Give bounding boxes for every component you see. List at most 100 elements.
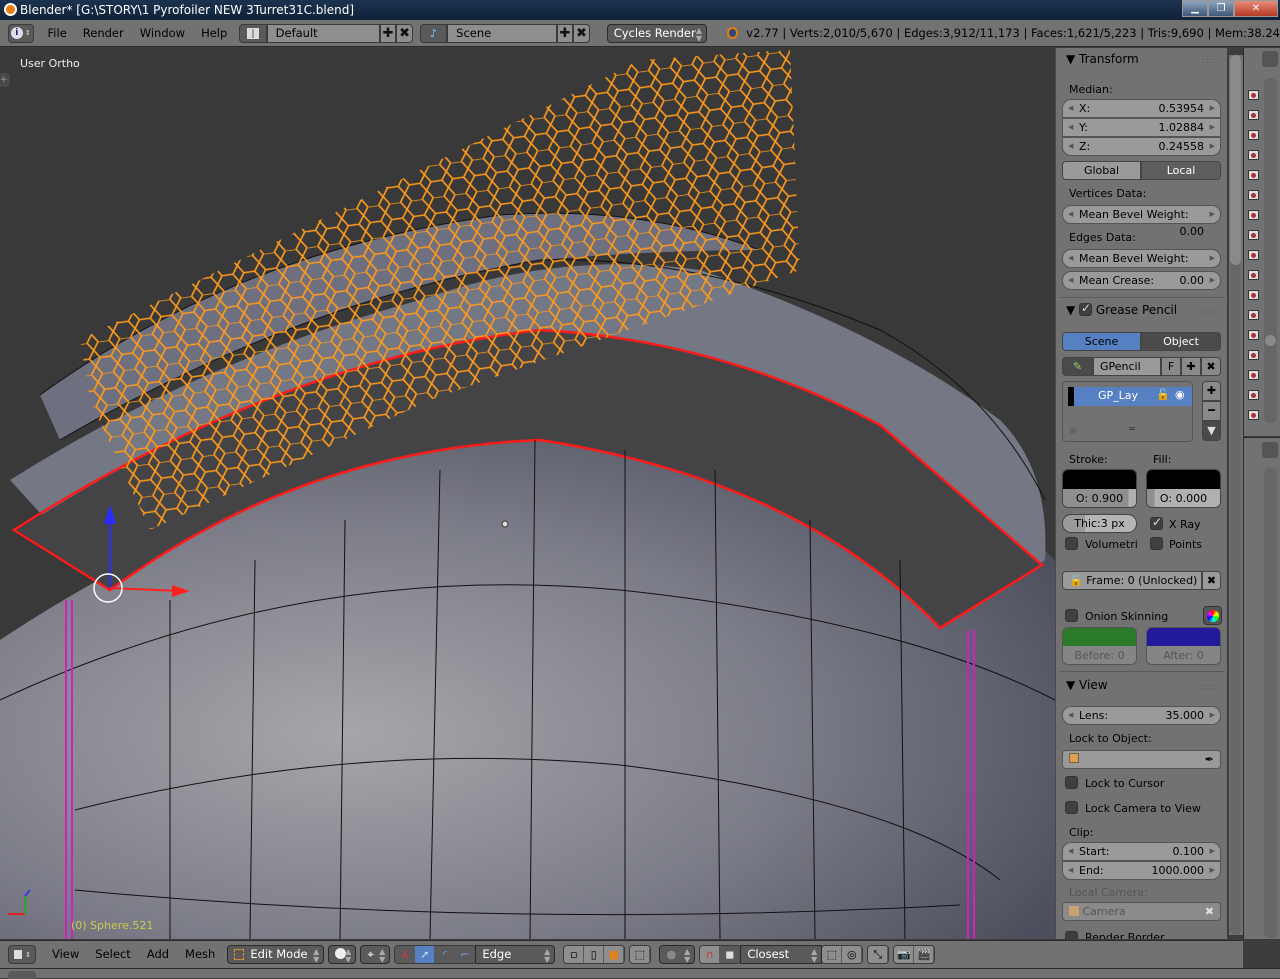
restore-button[interactable]: ❐ — [1208, 0, 1234, 17]
camera-object-icon[interactable] — [1248, 90, 1259, 100]
camera-object-icon[interactable] — [1248, 170, 1259, 180]
snap-align-rotation[interactable]: ⬚ — [822, 946, 843, 963]
camera-object-icon[interactable] — [1248, 370, 1259, 380]
grease-pencil-enable-checkbox[interactable] — [1079, 301, 1093, 316]
properties-editor-type-icon[interactable] — [1262, 442, 1278, 458]
clear-icon[interactable]: ✖ — [1205, 903, 1214, 920]
eyedropper-icon[interactable]: ✒ — [1205, 751, 1214, 768]
remove-layer-button[interactable]: ━ — [1202, 401, 1221, 421]
add-layer-button[interactable]: ✚ — [1202, 381, 1221, 401]
auto-merge-toggle[interactable]: ⤡ — [867, 945, 890, 964]
stroke-opacity-slider[interactable]: O: 0.900 — [1063, 489, 1136, 507]
translate-manipulator[interactable]: ➚ — [415, 946, 436, 963]
snap-toggle[interactable]: ∩ — [700, 946, 721, 963]
clip-start-field[interactable]: ◀ Start: 0.100 ▶ — [1062, 842, 1221, 861]
close-button[interactable]: ✕ — [1234, 0, 1278, 17]
global-toggle[interactable]: Global — [1062, 161, 1141, 180]
drag-grip-icon[interactable]: :::: — [1202, 56, 1217, 65]
camera-object-icon[interactable] — [1248, 230, 1259, 240]
screen-layout-name[interactable]: Default — [266, 23, 380, 43]
eye-icon[interactable]: ◉ — [1175, 388, 1185, 401]
volumetric-checkbox[interactable] — [1065, 537, 1078, 550]
camera-object-icon[interactable] — [1248, 110, 1259, 120]
rotate-manipulator[interactable]: ◜ — [435, 946, 456, 963]
view-panel-header[interactable]: ▼ View — [1066, 678, 1108, 692]
stroke-color-field[interactable]: O: 0.900 — [1062, 469, 1137, 508]
camera-object-icon[interactable] — [1248, 270, 1259, 280]
lock-to-cursor-checkbox[interactable] — [1065, 776, 1078, 789]
points-checkbox[interactable] — [1150, 537, 1163, 550]
shading-dropdown[interactable]: ▲ ▼ — [328, 945, 357, 964]
gp-datablock-name[interactable]: GPencil — [1093, 357, 1161, 376]
local-toggle[interactable]: Local — [1141, 161, 1221, 180]
mean-crease-field[interactable]: ◀ Mean Crease: 0.00 ▶ — [1062, 271, 1221, 290]
edge-bevel-weight-field[interactable]: ◀Mean Bevel Weight:0.00▶ — [1062, 249, 1221, 282]
snap-target-dropdown[interactable]: Closest ▲ ▼ — [740, 945, 823, 964]
before-color-swatch[interactable] — [1063, 628, 1136, 646]
camera-object-icon[interactable] — [1248, 330, 1259, 340]
toolshelf-toggle[interactable]: + — [0, 73, 10, 87]
editor-type-selector[interactable]: i ⇕ — [8, 23, 34, 43]
frame-lock-field[interactable]: 🔓 Frame: 0 (Unlocked) — [1062, 571, 1202, 590]
grease-pencil-panel-header[interactable]: ▼ Grease Pencil — [1066, 301, 1177, 317]
scene-name[interactable]: Scene — [447, 23, 557, 43]
outliner-scroll-thumb[interactable] — [1265, 335, 1276, 346]
add-filter-icon[interactable]: ⊕ — [1069, 426, 1077, 437]
transform-panel-header[interactable]: ▼ Transform — [1066, 52, 1139, 66]
opengl-render-image[interactable]: 📷 — [894, 946, 915, 963]
remove-screen-button[interactable]: ✖ — [396, 23, 413, 43]
fill-opacity-slider[interactable]: O: 0.000 — [1147, 489, 1220, 507]
camera-object-icon[interactable] — [1248, 150, 1259, 160]
before-frames-value[interactable]: Before: 0 — [1063, 646, 1136, 664]
manipulator-toggle[interactable]: ⅄ — [395, 946, 416, 963]
face-select-mode[interactable]: ■ — [604, 946, 625, 963]
sidebar-scrollbar[interactable] — [1229, 55, 1243, 935]
clip-end-field[interactable]: ◀ End: 1000.000 ▶ — [1062, 861, 1221, 880]
lock-camera-to-view-checkbox[interactable] — [1065, 801, 1078, 814]
after-frames-value[interactable]: After: 0 — [1147, 646, 1220, 664]
vertex-select-mode[interactable]: ▫ — [564, 946, 585, 963]
fill-color-field[interactable]: O: 0.000 — [1146, 469, 1221, 508]
drag-grip-icon[interactable]: :::: — [1202, 682, 1217, 691]
layer-specials-button[interactable]: ▼ — [1202, 421, 1221, 441]
camera-object-icon[interactable] — [1248, 130, 1259, 140]
limit-selection-toggle[interactable]: ⬚ — [629, 945, 652, 964]
outliner-editor-type-icon[interactable] — [1262, 51, 1278, 67]
camera-object-icon[interactable] — [1248, 410, 1259, 420]
fake-user-button[interactable]: F — [1161, 357, 1181, 376]
new-gp-datablock-button[interactable]: ✚ — [1181, 357, 1201, 376]
onion-color-toggle[interactable] — [1203, 606, 1222, 625]
snap-project[interactable]: ◎ — [842, 946, 863, 963]
lock-object-field[interactable]: ✒ — [1062, 750, 1221, 769]
delete-frame-button[interactable]: ✖ — [1202, 571, 1221, 590]
drag-grip-icon[interactable]: :::: — [1202, 307, 1217, 316]
xray-checkbox[interactable] — [1150, 515, 1163, 530]
menu-window[interactable]: Window — [132, 20, 193, 47]
pivot-dropdown[interactable]: ⌖ ▲ ▼ — [360, 945, 391, 964]
snap-element-dropdown[interactable]: ◼ — [720, 946, 741, 963]
minimize-button[interactable]: ▁ — [1182, 0, 1208, 17]
gp-source-object-toggle[interactable]: Object — [1141, 332, 1221, 351]
median-z-field[interactable]: ◀ Z: 0.24558 ▶ — [1062, 137, 1221, 156]
scale-manipulator[interactable]: ⌐ — [455, 946, 476, 963]
properties-scrollbar[interactable] — [1264, 468, 1277, 938]
menu-file[interactable]: File — [40, 20, 75, 47]
camera-object-icon[interactable] — [1248, 250, 1259, 260]
gp-layer-item[interactable]: GP_Lay 🔓 ◉ — [1068, 387, 1192, 406]
list-resize-handle[interactable]: ═ — [1129, 424, 1135, 435]
camera-object-icon[interactable] — [1248, 190, 1259, 200]
unlink-gp-datablock-button[interactable]: ✖ — [1201, 357, 1221, 376]
gp-datablock-browse[interactable]: ✎ — [1062, 357, 1093, 376]
camera-object-icon[interactable] — [1248, 310, 1259, 320]
mode-dropdown[interactable]: Edit Mode ▲ ▼ — [227, 945, 325, 964]
median-x-field[interactable]: ◀ X: 0.53954 ▶ — [1062, 99, 1221, 118]
lens-field[interactable]: ◀ Lens: 35.000 ▶ — [1062, 706, 1221, 725]
render-border-checkbox[interactable] — [1065, 931, 1078, 939]
3d-viewport[interactable]: User Ortho (0) Sphere.521 + — [0, 48, 1055, 939]
scene-selector[interactable]: ♪ — [419, 23, 448, 43]
gp-source-scene-toggle[interactable]: Scene — [1062, 332, 1141, 351]
after-color-swatch[interactable] — [1147, 628, 1220, 646]
menu-mesh[interactable]: Mesh — [177, 941, 223, 968]
edge-select-mode[interactable]: ▯ — [584, 946, 605, 963]
menu-view[interactable]: View — [44, 941, 87, 968]
